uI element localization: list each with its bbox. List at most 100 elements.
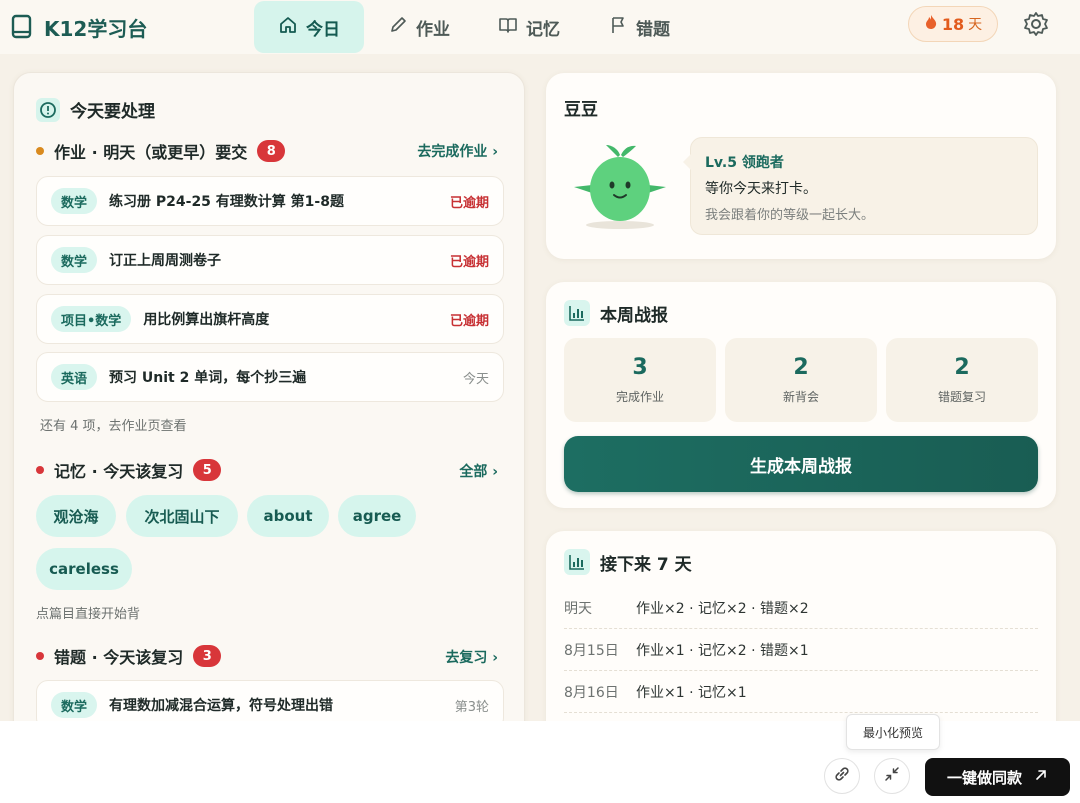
alert-icon [36, 97, 60, 122]
memory-chip[interactable]: 次北固山下 [126, 495, 238, 537]
streak-value: 18 [941, 14, 965, 34]
task-status: 第3轮 [454, 699, 489, 715]
home-icon [278, 15, 298, 40]
schedule-date: 明天 [564, 600, 592, 617]
status-dot [36, 466, 44, 474]
tab-today[interactable]: 今日 [254, 1, 364, 53]
schedule-date: 8月15日 [564, 642, 619, 659]
app-name: K12学习台 [44, 16, 148, 41]
minimize-button[interactable] [874, 758, 910, 794]
task-title: 练习册 P24-25 有理数计算 第1-8题 [109, 194, 344, 210]
today-title: 今天要处理 [70, 102, 155, 122]
memory-title: 记忆 · 今天该复习 [54, 462, 184, 481]
book-open-icon [498, 15, 518, 40]
subject-tag: 数学 [51, 188, 98, 214]
next7-title: 接下来 7 天 [600, 554, 692, 575]
today-header: 今天要处理 [36, 97, 155, 122]
stat-new-memorized: 2 新背会 [725, 338, 877, 422]
next7-header: 接下来 7 天 [564, 549, 692, 575]
streak-unit: 天 [968, 17, 983, 33]
subject-tag: 数学 [51, 247, 98, 273]
stat-mistake-review: 2 错题复习 [886, 338, 1038, 422]
homework-row[interactable]: 英语 预习 Unit 2 单词，每个抄三遍 今天 [36, 352, 504, 402]
memory-all-link[interactable]: 全部 › [459, 461, 498, 481]
stat-homework-done: 3 完成作业 [564, 338, 716, 422]
clone-label: 一键做同款 [946, 768, 1022, 787]
homework-row[interactable]: 项目•数学 用比例算出旗杆高度 已逾期 [36, 294, 504, 344]
mistakes-title: 错题 · 今天该复习 [54, 648, 184, 667]
schedule-row: 8月15日 作业×1 · 记忆×2 · 错题×1 [564, 629, 1038, 671]
collapse-icon [884, 766, 900, 786]
pet-submessage: 我会跟着你的等级一起长大。 [705, 208, 875, 223]
pet-speech-bubble: Lv.5 领跑者 等你今天来打卡。 我会跟着你的等级一起长大。 [683, 137, 1038, 235]
memory-chip[interactable]: agree [338, 495, 416, 537]
arrow-up-right-icon [1034, 768, 1048, 786]
stat-label: 新背会 [782, 390, 819, 404]
weekly-title: 本周战报 [600, 305, 668, 326]
homework-count-badge: 8 [257, 140, 286, 162]
task-title: 订正上周周测卷子 [109, 253, 222, 269]
task-status: 今天 [462, 371, 489, 387]
go-homework-link[interactable]: 去完成作业 › [417, 141, 498, 161]
go-review-link[interactable]: 去复习 › [445, 647, 498, 667]
tab-homework[interactable]: 作业 [364, 2, 474, 52]
memory-chip[interactable]: about [247, 495, 329, 537]
homework-title: 作业 · 明天（或更早）要交 [54, 143, 248, 162]
bar-chart-icon [564, 300, 590, 326]
link-button[interactable] [824, 758, 860, 794]
book-icon [10, 14, 34, 40]
main-nav: 今日 作业 记忆 错题 [254, 0, 694, 54]
brand[interactable]: K12学习台 [10, 13, 254, 42]
homework-row[interactable]: 数学 订正上周周测卷子 已逾期 [36, 235, 504, 285]
pet-message: 等你今天来打卡。 [705, 181, 817, 197]
pet-level: Lv.5 领跑者 [705, 155, 784, 171]
gear-icon[interactable] [1022, 10, 1050, 42]
weekly-report-card: 本周战报 3 完成作业 2 新背会 2 错题复习 生成本周战报 [546, 282, 1056, 508]
tab-memory[interactable]: 记忆 [474, 2, 584, 52]
memory-count-badge: 5 [193, 459, 222, 481]
schedule-desc: 作业×2 · 记忆×2 · 错题×2 [636, 600, 809, 617]
subject-tag: 项目•数学 [51, 306, 132, 332]
subject-tag: 英语 [51, 364, 98, 390]
memory-chip[interactable]: careless [36, 548, 132, 590]
pencil-icon [388, 15, 408, 40]
stat-label: 错题复习 [937, 390, 986, 404]
homework-more-note[interactable]: 还有 4 项，去作业页查看 [40, 415, 187, 434]
clone-button[interactable]: 一键做同款 [925, 758, 1070, 796]
generate-report-button[interactable]: 生成本周战报 [564, 436, 1038, 492]
task-status: 已逾期 [449, 313, 489, 329]
schedule-row: 明天 作业×2 · 记忆×2 · 错题×2 [564, 587, 1038, 629]
status-dot [36, 147, 44, 155]
homework-row[interactable]: 数学 练习册 P24-25 有理数计算 第1-8题 已逾期 [36, 176, 504, 226]
schedule-desc: 作业×1 · 记忆×2 · 错题×1 [636, 642, 809, 659]
schedule-row: 8月16日 作业×1 · 记忆×1 [564, 671, 1038, 713]
subject-tag: 数学 [51, 692, 98, 718]
status-dot [36, 652, 44, 660]
homework-header: 作业 · 明天（或更早）要交 8 [36, 139, 286, 163]
mistakes-header: 错题 · 今天该复习 3 [36, 644, 222, 668]
tab-label: 错题 [636, 19, 670, 40]
task-title: 预习 Unit 2 单词，每个抄三遍 [109, 370, 307, 386]
fire-icon [924, 14, 938, 34]
memory-header: 记忆 · 今天该复习 5 [36, 458, 222, 482]
stat-label: 完成作业 [615, 390, 664, 404]
schedule-date: 8月16日 [564, 684, 619, 701]
link-icon [833, 765, 851, 787]
pet-card: 豆豆 Lv.5 领跑者 等你今天来打卡。 我会跟着你的等级一起长大。 [546, 73, 1056, 259]
stat-value: 3 [632, 355, 648, 380]
tab-mistakes[interactable]: 错题 [584, 2, 694, 52]
tab-label: 今日 [306, 19, 340, 40]
today-card: 今天要处理 作业 · 明天（或更早）要交 8 去完成作业 › 数学 练习册 P2… [13, 72, 525, 772]
memory-chip[interactable]: 观沧海 [36, 495, 116, 537]
task-title: 用比例算出旗杆高度 [143, 312, 270, 328]
schedule-desc: 作业×1 · 记忆×1 [636, 684, 747, 701]
streak-badge[interactable]: 18 天 [908, 6, 998, 42]
task-status: 已逾期 [449, 195, 489, 211]
bar-chart-icon [564, 549, 590, 575]
stat-value: 2 [793, 355, 809, 380]
flag-icon [608, 15, 628, 40]
tab-label: 作业 [416, 19, 450, 40]
mistakes-count-badge: 3 [193, 645, 222, 667]
top-bar: K12学习台 今日 作业 记忆 错题 18 天 [0, 0, 1080, 54]
stat-value: 2 [954, 355, 970, 380]
